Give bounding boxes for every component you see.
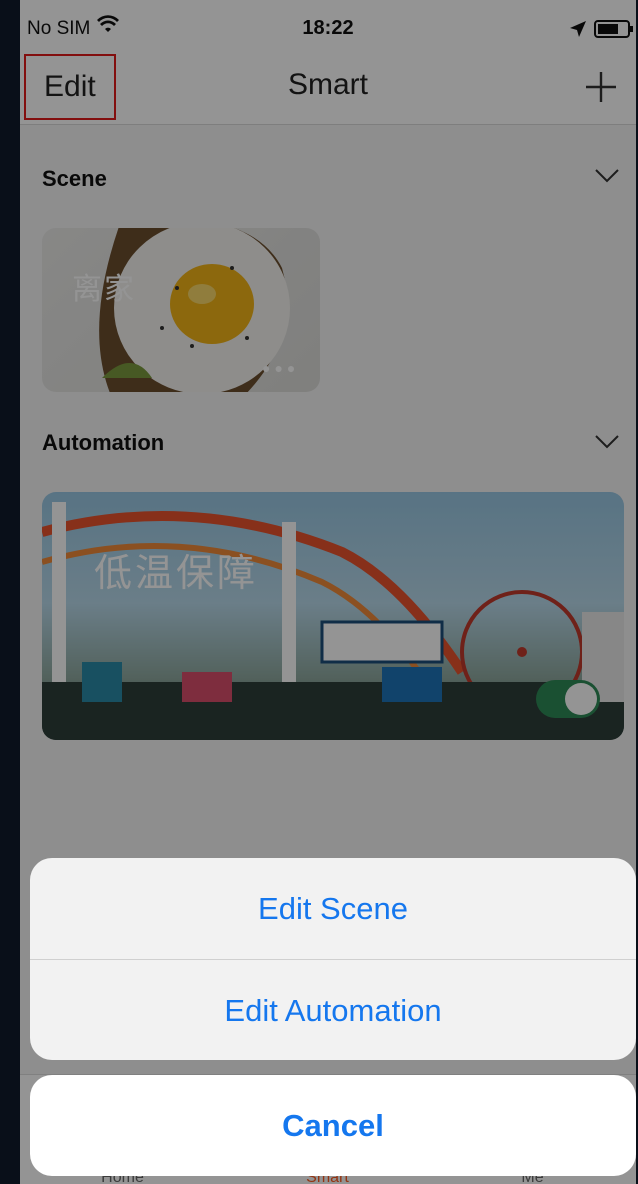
edit-automation-option[interactable]: Edit Automation bbox=[30, 960, 636, 1060]
edit-scene-option[interactable]: Edit Scene bbox=[30, 858, 636, 959]
action-sheet: Edit Scene Edit Automation bbox=[30, 858, 636, 1060]
cancel-button[interactable]: Cancel bbox=[30, 1075, 636, 1176]
